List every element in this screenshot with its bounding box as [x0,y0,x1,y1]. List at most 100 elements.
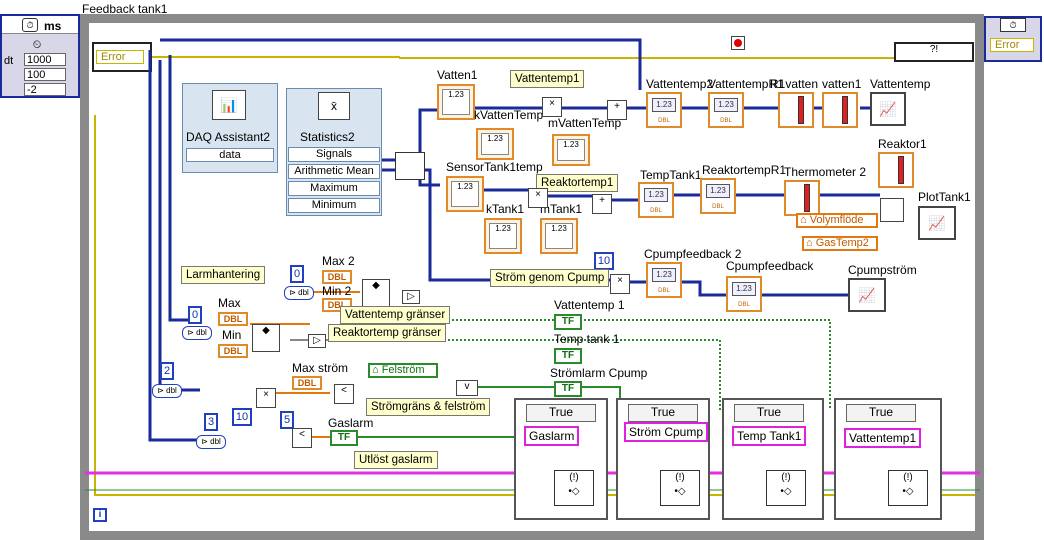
in-range-node-a[interactable]: ◆ [362,279,390,307]
thermo-r1vatten[interactable] [778,92,814,128]
thermo-vatten1[interactable] [822,92,858,128]
error-dialog-icon[interactable]: (!) •◇ [766,470,806,506]
case-structure-2[interactable]: True Ström Cpump (!) •◇ [616,398,710,520]
error-dialog-icon[interactable]: (!) •◇ [888,470,928,506]
bool-gaslarm[interactable]: TF [330,430,358,446]
case-selector[interactable]: True [628,404,698,422]
less-node-a[interactable]: < [334,384,354,404]
volymflode-ref[interactable]: ⌂ Volymflöde [796,213,878,228]
const-0-b[interactable]: 0 [188,306,202,324]
graph-cpumpstrom[interactable]: 📈 [848,278,886,312]
multiply-node-4[interactable]: × [256,388,276,408]
daq-out-row: data [186,148,274,162]
label-gaslarm: Gaslarm [328,416,374,430]
felstrom-ref[interactable]: ⌂ Felström [368,363,438,378]
indicator-vattentempr1[interactable]: 1.23 DBL [708,92,744,128]
label-r1vatten: R1vatten [770,77,819,91]
ind-display: 1.23 [644,188,668,202]
label-cpumpfeedback: Cpumpfeedback [726,259,814,273]
const-3[interactable]: 3 [204,413,218,431]
not-node-a[interactable]: ▷ [402,290,420,304]
less-node-b[interactable]: < [292,428,312,448]
const-0-a[interactable]: 0 [290,265,304,283]
stats-row-signals: Signals [288,147,380,162]
ind-dbl: DBL [738,302,750,308]
ind-dbl: DBL [658,288,670,294]
add-node-1[interactable]: + [607,100,627,120]
indicator-temptank1[interactable]: 1.23 DBL [638,182,674,218]
graph-vattentemp[interactable]: 📈 [870,92,906,126]
or-node[interactable]: v [456,380,478,396]
to-dbl-d[interactable]: ⊳ dbl [196,435,226,449]
term-display: 1.23 [489,223,517,249]
dbl-min[interactable]: DBL [218,344,248,358]
gastemp2-ref[interactable]: ⌂ GasTemp2 [802,236,878,251]
multiply-node-1[interactable]: × [542,97,562,117]
terminal-ktank1[interactable]: 1.23 [484,218,522,254]
label-vatten1b: vatten1 [822,77,862,91]
case-selector[interactable]: True [526,404,596,422]
label-min: Min [222,328,242,342]
split-signals-node[interactable] [395,152,425,180]
comment-reaktortemp-granser: Reaktortemp gränser [328,324,447,342]
comment-larmhantering: Larmhantering [181,266,266,284]
thermo-reaktor1[interactable] [878,152,914,188]
multiply-node-3[interactable]: × [610,274,630,294]
indicator-cpumpfeedback[interactable]: 1.23 DBL [726,276,762,312]
bool-vattentemp1[interactable]: TF [554,314,582,330]
case-structure-3[interactable]: True Temp Tank1 (!) •◇ [722,398,824,520]
add-node-2[interactable]: + [592,194,612,214]
label-plottank1: PlotTank1 [918,190,971,204]
case-structure-1[interactable]: True Gaslarm (!) •◇ [514,398,608,520]
indicator-vattentemp2[interactable]: 1.23 DBL [646,92,682,128]
error-dialog-icon[interactable]: (!) •◇ [554,470,594,506]
bool-temptank1[interactable]: TF [554,348,582,364]
term-display: 1.23 [545,223,573,249]
label-vattentemp: Vattentemp [870,77,931,91]
case-tag: Temp Tank1 [732,426,807,446]
terminal-kvattentemp[interactable]: 1.23 [476,128,514,160]
label-temptank1: TempTank1 [640,168,702,182]
terminal-mtank1[interactable]: 1.23 [540,218,578,254]
dbl-max2[interactable]: DBL [322,270,352,284]
stats-icon: x̄ [318,92,350,120]
case-selector[interactable]: True [734,404,804,422]
label-temptank1-bool: Temp tank 1 [554,332,620,346]
gastemp2-label: GasTemp2 [815,237,869,249]
thermo-bar [898,156,904,184]
const-10[interactable]: 10 [232,408,252,426]
graph-plottank1[interactable]: 📈 [918,206,956,240]
in-range-node-b[interactable]: ◆ [252,324,280,352]
thermo-thermometer2[interactable] [784,180,820,216]
bundle-node[interactable] [880,198,904,222]
comment-stromgrans: Strömgräns & felström [366,398,491,416]
terminal-sensortank1temp[interactable]: 1.23 [446,176,484,212]
terminal-mvattentemp[interactable]: 1.23 [552,134,590,166]
terminal-vatten1[interactable]: 1.23 [437,84,475,120]
to-dbl-c[interactable]: ⊳ dbl [152,384,182,398]
case-structure-4[interactable]: True Vattentemp1 (!) •◇ [834,398,942,520]
dbl-maxstrom[interactable]: DBL [292,376,322,390]
ind-dbl: DBL [658,118,670,124]
const-10-top[interactable]: 10 [594,252,614,270]
const-2[interactable]: 2 [160,362,174,380]
to-dbl-a[interactable]: ⊳ dbl [284,286,314,300]
bool-stromlarm-cpump[interactable]: TF [554,381,582,397]
indicator-reaktortempr1[interactable]: 1.23 DBL [700,178,736,214]
comment-utlost-gaslarm: Utlöst gaslarm [354,451,438,469]
error-dialog-icon[interactable]: (!) •◇ [660,470,700,506]
ind-dbl: DBL [650,208,662,214]
const-5[interactable]: 5 [280,411,294,429]
thermo-bar [804,184,810,212]
label-sensortank1temp: SensorTank1temp [446,160,543,174]
label-max: Max [218,296,241,310]
label-maxstrom: Max ström [292,361,349,375]
not-node-b[interactable]: ▷ [308,334,326,348]
to-dbl-b[interactable]: ⊳ dbl [182,326,212,340]
label-ktank1: kTank1 [486,202,525,216]
multiply-node-2[interactable]: × [528,188,548,208]
dbl-max[interactable]: DBL [218,312,248,326]
case-selector[interactable]: True [846,404,916,422]
thermo-bar [842,96,848,124]
indicator-cpumpfeedback2[interactable]: 1.23 DBL [646,262,682,298]
